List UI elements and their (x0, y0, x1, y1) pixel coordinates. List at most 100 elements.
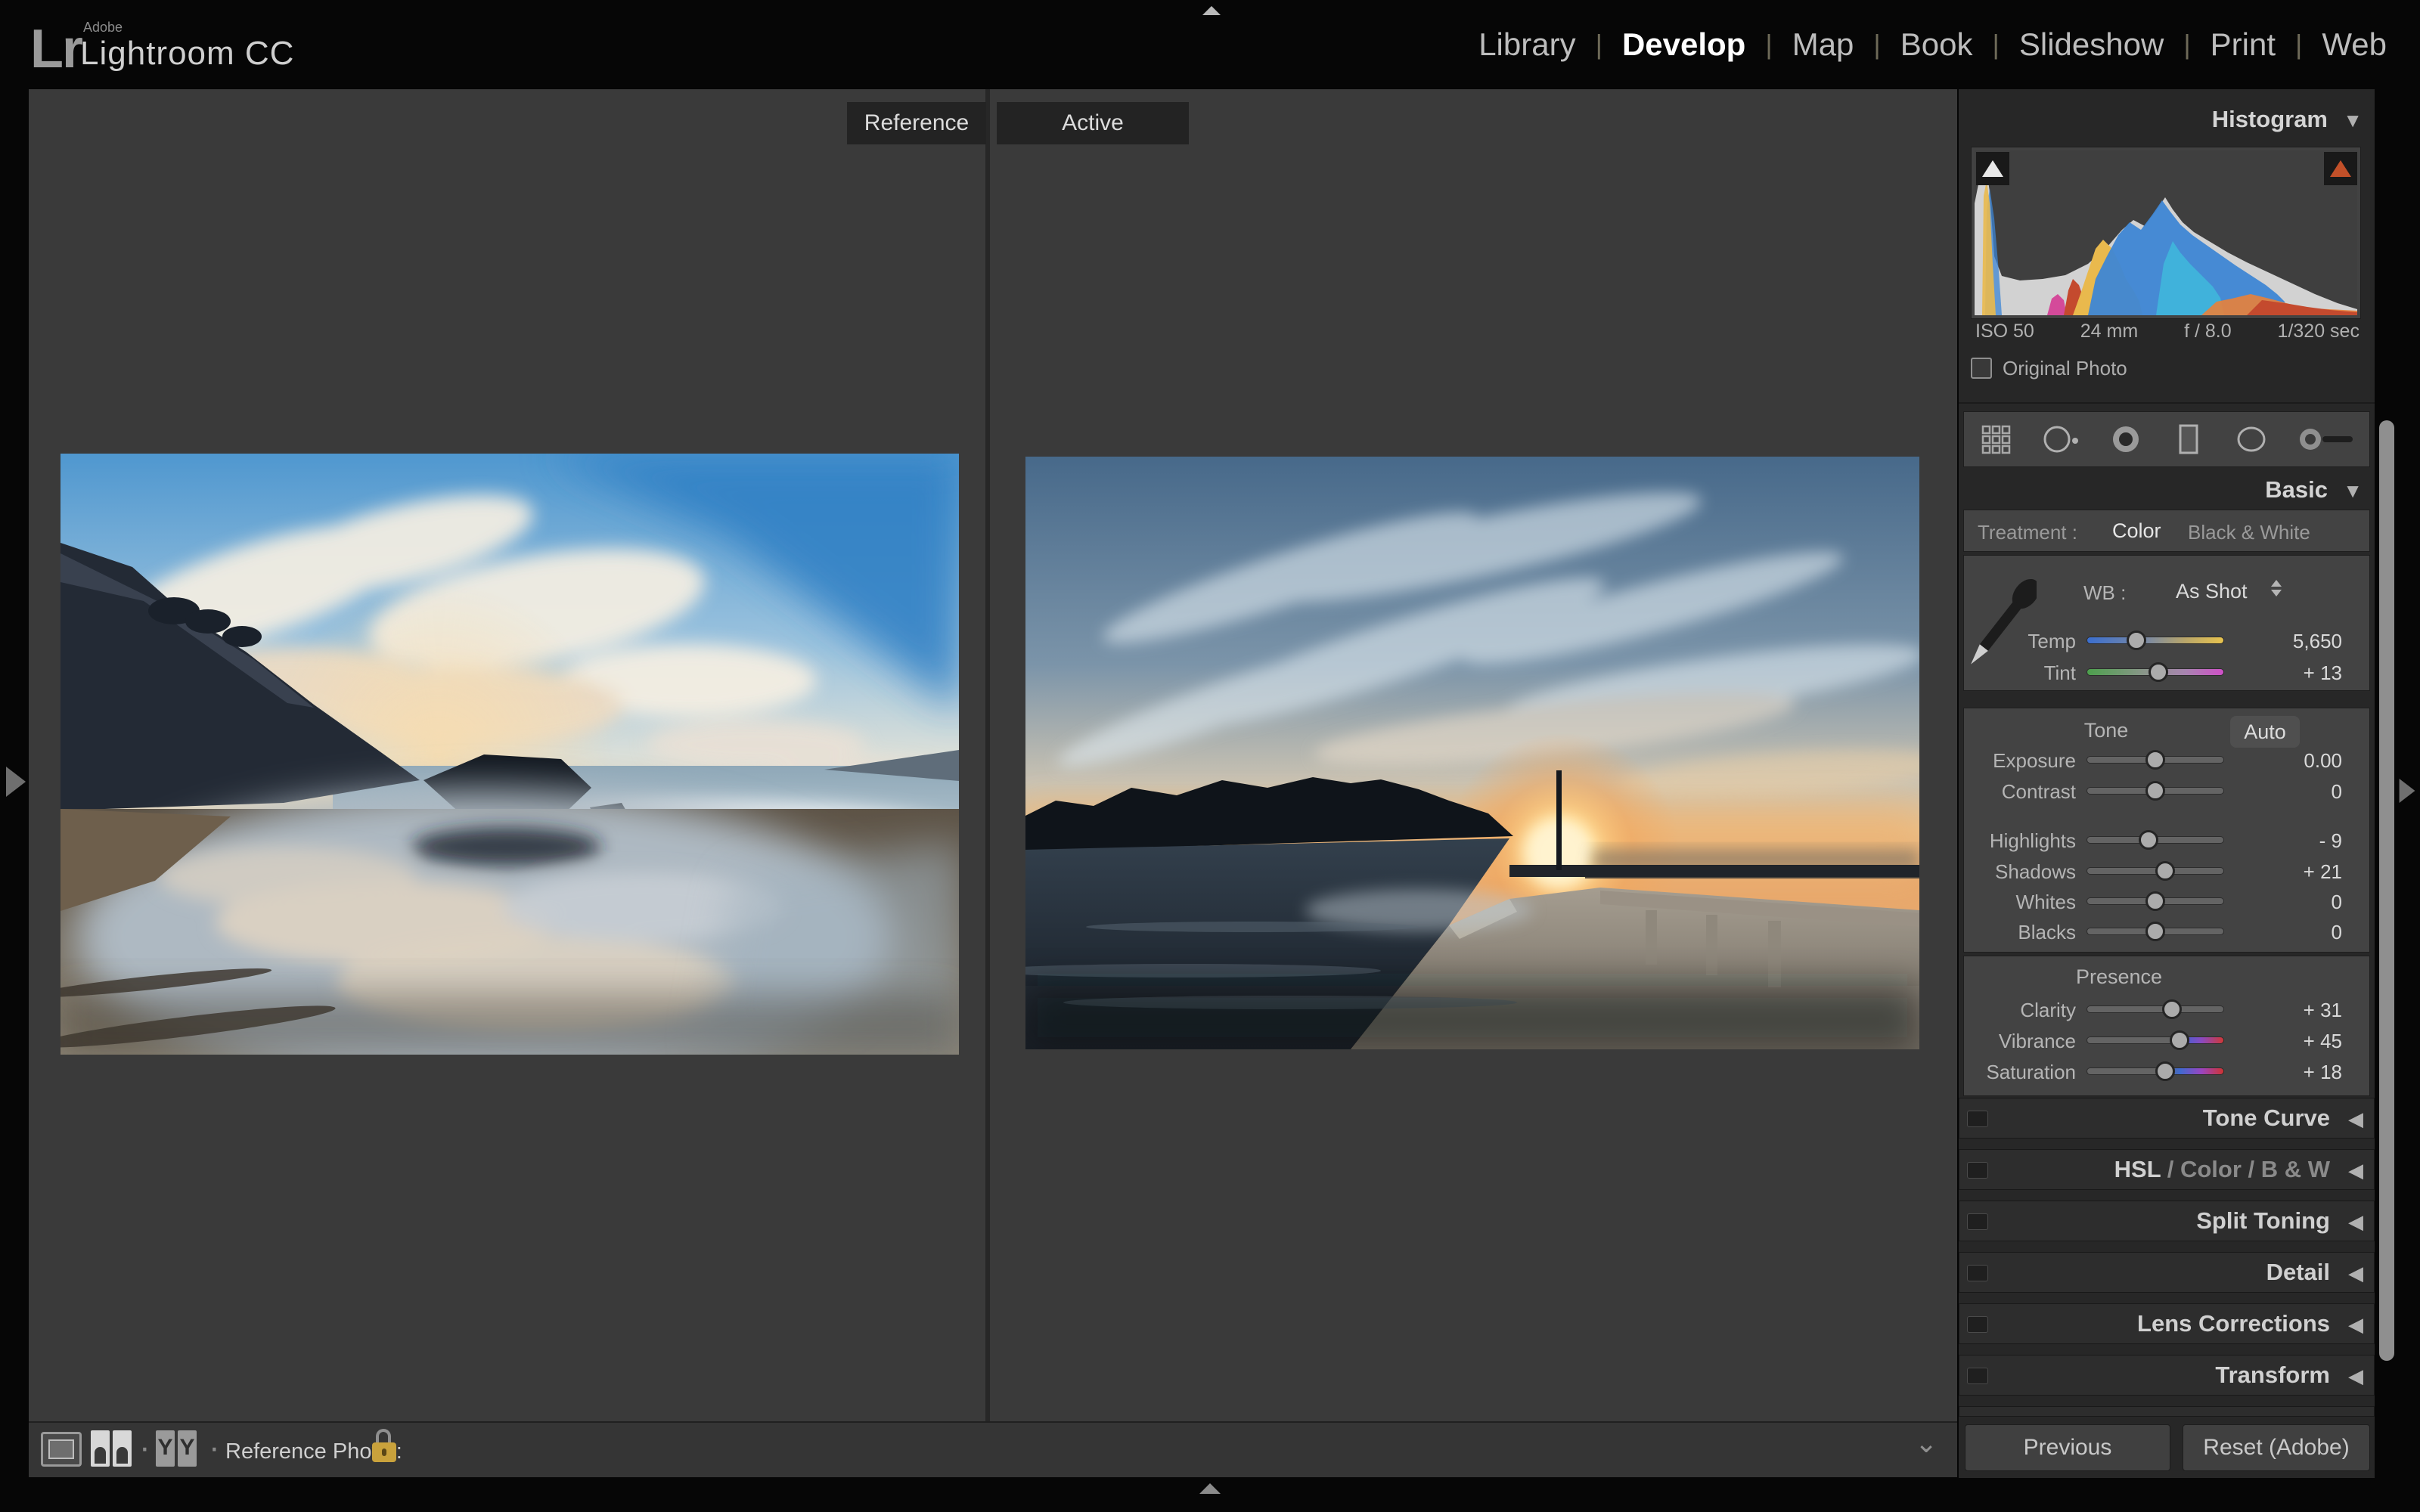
nav-book[interactable]: Book (1894, 26, 1979, 63)
exposure-slider-track[interactable] (2086, 756, 2224, 764)
blacks-slider-track[interactable] (2086, 928, 2224, 935)
develop-right-panel: Histogram ▼ ISO 50 24 m (1959, 89, 2375, 1478)
tint-slider-track[interactable] (2086, 668, 2224, 676)
panel-toggle-switch[interactable] (1967, 1111, 1988, 1127)
tab-active[interactable]: Active (997, 102, 1189, 144)
expand-panel-icon[interactable]: ◀ (2348, 1365, 2363, 1388)
contrast-slider-track[interactable] (2086, 787, 2224, 795)
panel-hsl-color-bw[interactable]: HSL / Color / B & W ◀ (1959, 1149, 2375, 1190)
bottom-panel-expand-icon[interactable] (1199, 1483, 1221, 1494)
panel-scrollbar[interactable] (2379, 420, 2394, 1361)
previous-button[interactable]: Previous (1965, 1424, 2170, 1471)
panel-split-toning[interactable]: Split Toning ◀ (1959, 1201, 2375, 1241)
wb-dropdown-arrows-icon[interactable] (2271, 580, 2282, 596)
adjustment-brush-icon[interactable] (2297, 422, 2356, 457)
exif-iso: ISO 50 (1975, 321, 2034, 342)
expand-panel-icon[interactable]: ◀ (2348, 1262, 2363, 1285)
contrast-value[interactable]: 0 (2236, 780, 2342, 804)
clarity-slider-knob[interactable] (2162, 999, 2182, 1019)
red-eye-icon[interactable] (2108, 422, 2143, 457)
expand-panel-icon[interactable]: ◀ (2348, 1159, 2363, 1182)
reset-button[interactable]: Reset (Adobe) (2183, 1424, 2370, 1471)
highlights-slider-track[interactable] (2086, 836, 2224, 844)
panel-toggle-switch[interactable] (1967, 1316, 1988, 1333)
panel-toggle-switch[interactable] (1967, 1265, 1988, 1281)
toolbar-chevron-down-icon[interactable]: ⌄ (1915, 1427, 1938, 1459)
basic-collapse-icon[interactable]: ▼ (2343, 479, 2363, 503)
panel-lens-corrections[interactable]: Lens Corrections ◀ (1959, 1303, 2375, 1344)
spot-removal-icon[interactable] (2041, 422, 2080, 457)
radial-filter-icon[interactable] (2234, 422, 2269, 457)
treatment-bw-option[interactable]: Black & White (2188, 521, 2310, 544)
expand-panel-icon[interactable]: ◀ (2348, 1108, 2363, 1131)
tint-value[interactable]: + 13 (2236, 662, 2342, 685)
vibrance-value[interactable]: + 45 (2236, 1030, 2342, 1053)
whites-value[interactable]: 0 (2236, 891, 2342, 914)
vibrance-slider-knob[interactable] (2170, 1030, 2189, 1050)
expand-panel-icon[interactable]: ◀ (2348, 1210, 2363, 1234)
saturation-slider-knob[interactable] (2155, 1061, 2175, 1081)
blacks-slider-knob[interactable] (2145, 922, 2165, 941)
lightroom-window: Lr Adobe Lightroom CC Library | Develop … (0, 0, 2420, 1512)
original-photo-checkbox[interactable] (1971, 358, 1992, 379)
blacks-value[interactable]: 0 (2236, 921, 2342, 944)
panel-transform[interactable]: Transform ◀ (1959, 1355, 2375, 1396)
panel-detail[interactable]: Detail ◀ (1959, 1252, 2375, 1293)
treatment-row: Treatment : Color Black & White (1963, 510, 2370, 552)
shadows-slider-track[interactable] (2086, 867, 2224, 875)
nav-develop[interactable]: Develop (1616, 26, 1751, 63)
whites-slider-track[interactable] (2086, 897, 2224, 905)
lock-icon[interactable] (371, 1427, 398, 1470)
blacks-slider-row: Blacks 0 (1964, 919, 2369, 943)
expand-panel-icon[interactable]: ◀ (2348, 1313, 2363, 1337)
saturation-value[interactable]: + 18 (2236, 1061, 2342, 1084)
clarity-slider-track[interactable] (2086, 1005, 2224, 1013)
panel-toggle-switch[interactable] (1967, 1368, 1988, 1384)
nav-library[interactable]: Library (1472, 26, 1581, 63)
right-panel-collapse-icon[interactable] (2397, 776, 2417, 806)
histogram-header[interactable]: Histogram ▼ (1959, 106, 2375, 136)
panel-toggle-switch[interactable] (1967, 1162, 1988, 1179)
clarity-value[interactable]: + 31 (2236, 999, 2342, 1022)
tint-slider-knob[interactable] (2149, 662, 2168, 682)
vibrance-slider-track[interactable] (2086, 1036, 2224, 1044)
temp-slider-track[interactable] (2086, 637, 2224, 644)
nav-map[interactable]: Map (1786, 26, 1860, 63)
nav-web[interactable]: Web (2316, 26, 2393, 63)
basic-header[interactable]: Basic ▼ (1959, 476, 2375, 507)
treatment-color-option[interactable]: Color (2112, 519, 2161, 543)
wb-value-dropdown[interactable]: As Shot (2176, 580, 2248, 603)
temp-value[interactable]: 5,650 (2236, 630, 2342, 653)
reference-photo[interactable] (60, 454, 959, 1055)
shadows-slider-knob[interactable] (2155, 861, 2175, 881)
nav-print[interactable]: Print (2204, 26, 2282, 63)
contrast-slider-knob[interactable] (2145, 781, 2165, 801)
auto-tone-button[interactable]: Auto (2230, 716, 2300, 748)
loupe-view-icon[interactable] (41, 1432, 82, 1467)
highlights-slider-knob[interactable] (2139, 830, 2158, 850)
whites-slider-row: Whites 0 (1964, 889, 2369, 913)
panel-toggle-switch[interactable] (1967, 1213, 1988, 1230)
tab-reference[interactable]: Reference (847, 102, 986, 144)
exposure-value[interactable]: 0.00 (2236, 749, 2342, 773)
left-panel-expand-icon[interactable] (6, 767, 26, 797)
crop-overlay-icon[interactable] (1978, 422, 2013, 457)
highlight-clipping-indicator[interactable] (2324, 152, 2357, 185)
highlights-value[interactable]: - 9 (2236, 829, 2342, 853)
before-after-view-icon[interactable]: Y Y (156, 1430, 197, 1467)
shadow-clipping-indicator[interactable] (1976, 152, 2009, 185)
panel-tone-curve[interactable]: Tone Curve ◀ (1959, 1098, 2375, 1139)
graduated-filter-icon[interactable] (2171, 422, 2206, 457)
whites-slider-knob[interactable] (2145, 891, 2165, 911)
nav-slideshow[interactable]: Slideshow (2013, 26, 2170, 63)
saturation-slider-track[interactable] (2086, 1067, 2224, 1075)
exposure-slider-knob[interactable] (2145, 750, 2165, 770)
temp-slider-knob[interactable] (2127, 631, 2146, 650)
shadows-value[interactable]: + 21 (2236, 860, 2342, 884)
tool-strip (1963, 411, 2370, 467)
histogram-collapse-icon[interactable]: ▼ (2343, 109, 2363, 132)
top-panel-collapse-icon[interactable] (1199, 5, 1224, 17)
reference-view-icon[interactable] (91, 1430, 132, 1467)
active-photo[interactable] (1025, 457, 1919, 1049)
histogram-graph[interactable] (1971, 147, 2361, 319)
